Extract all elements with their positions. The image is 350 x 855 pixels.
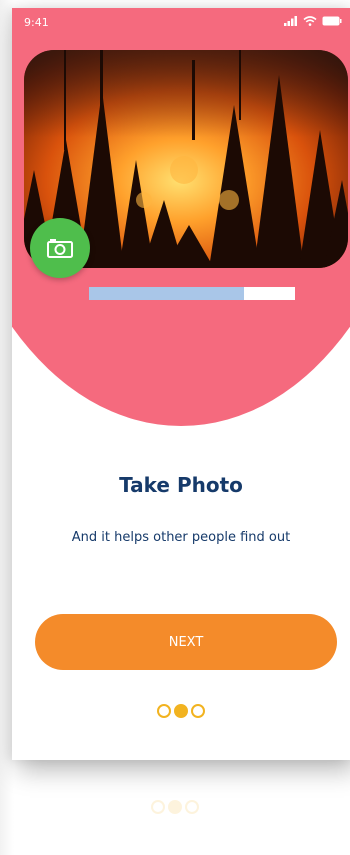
page-dot-3	[185, 800, 199, 814]
page-title: Take Photo	[119, 473, 243, 497]
page-dot-1	[151, 800, 165, 814]
page-dot-3[interactable]	[191, 704, 205, 718]
progress-fill	[89, 287, 244, 300]
stage: 9:41 Take Photo And it helps other peopl…	[0, 0, 350, 855]
status-bar: 9:41	[12, 8, 350, 36]
next-button[interactable]: NEXT	[35, 614, 337, 670]
wifi-icon	[303, 16, 317, 26]
camera-button[interactable]	[30, 218, 90, 278]
status-icons	[284, 16, 342, 26]
page-dot-2[interactable]	[174, 704, 188, 718]
page-indicator	[12, 704, 350, 718]
page-indicator-reflection	[0, 800, 350, 814]
battery-icon	[322, 16, 342, 26]
progress-bar	[89, 287, 295, 300]
page-dot-1[interactable]	[157, 704, 171, 718]
page-subtitle: And it helps other people find out	[71, 530, 291, 545]
phone-screen: 9:41 Take Photo And it helps other peopl…	[12, 8, 350, 760]
page-dot-2	[168, 800, 182, 814]
camera-icon	[47, 239, 73, 258]
status-time: 9:41	[24, 16, 49, 29]
signal-icon	[284, 16, 297, 26]
